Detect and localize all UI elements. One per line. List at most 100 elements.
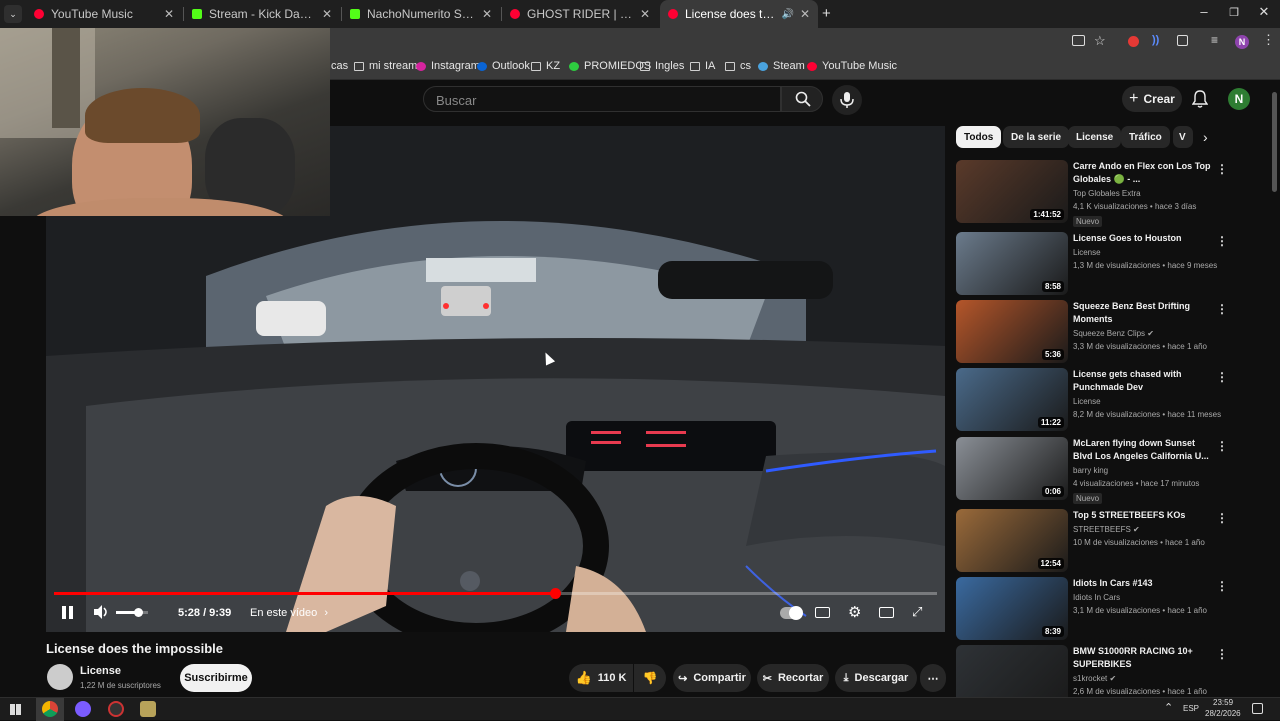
cast-icon[interactable] [1072, 35, 1085, 46]
bookmark-star-icon[interactable]: ☆ [1094, 33, 1106, 49]
clock-time[interactable]: 23:59 [1213, 698, 1233, 707]
dislike-button[interactable]: 👎 [634, 664, 666, 692]
bookmark-ia[interactable]: IA [690, 60, 715, 72]
recommendation-card[interactable]: 5:36 Squeeze Benz Best Drifting Moments Sq… [956, 300, 1256, 364]
search-input[interactable]: Buscar [423, 86, 781, 112]
channel-avatar[interactable] [47, 664, 73, 690]
chip-more[interactable]: V [1173, 126, 1193, 148]
notifications-icon[interactable] [1252, 703, 1263, 714]
search-button[interactable] [781, 86, 823, 112]
create-button[interactable]: + Crear [1122, 86, 1182, 112]
discord-icon[interactable] [75, 701, 91, 717]
more-options-icon[interactable]: ⋮ [1216, 234, 1228, 248]
chip-trafico[interactable]: Tráfico [1121, 126, 1170, 148]
tab-license-video[interactable]: License does the impossibl 🔊 ✕ [660, 0, 818, 28]
recommendation-title[interactable]: License Goes to Houston [1073, 232, 1211, 245]
bookmark-cas[interactable]: cas [331, 60, 348, 72]
windows-start-icon[interactable] [10, 704, 21, 715]
more-options-icon[interactable]: ⋮ [1216, 302, 1228, 316]
subtitles-icon[interactable] [815, 607, 830, 618]
more-options-icon[interactable]: ⋮ [1216, 511, 1228, 525]
close-tab-icon[interactable]: ✕ [482, 7, 492, 21]
close-tab-icon[interactable]: ✕ [800, 7, 810, 21]
recommendation-title[interactable]: Top 5 STREETBEEFS KOs [1073, 509, 1211, 522]
bookmark-outlook[interactable]: Outlook [477, 60, 530, 72]
more-options-icon[interactable]: ⋮ [1216, 162, 1228, 176]
recommendation-title[interactable]: Idiots In Cars #143 [1073, 577, 1211, 590]
volume-button[interactable] [94, 605, 110, 622]
video-thumbnail[interactable]: 8:39 [956, 577, 1068, 640]
more-options-icon[interactable]: ⋮ [1216, 439, 1228, 453]
progress-bar[interactable] [54, 588, 937, 599]
tray-chevron-icon[interactable]: ⌃ [1164, 701, 1173, 714]
new-tab-button[interactable]: + [822, 5, 831, 22]
audio-playing-icon[interactable]: 🔊 [781, 9, 793, 20]
minimize-icon[interactable]: – [1194, 4, 1214, 19]
extension-red-icon[interactable] [1128, 36, 1139, 47]
fullscreen-icon[interactable]: ⤢ [912, 604, 922, 620]
tab-ghost-rider[interactable]: GHOST RIDER | 505 - Arctic Mo ✕ [502, 0, 658, 28]
recommendation-channel[interactable]: STREETBEEFS ✔ [1073, 525, 1140, 534]
account-avatar[interactable]: N [1228, 88, 1250, 110]
tab-search-button[interactable]: ⌄ [4, 5, 22, 23]
video-thumbnail[interactable]: 8:58 [956, 232, 1068, 295]
language-indicator[interactable]: ESP [1183, 704, 1199, 713]
bookmark-instagram[interactable]: Instagram [416, 60, 480, 72]
bookmark-kz[interactable]: KZ [531, 60, 560, 72]
recommendation-card[interactable]: 8:58 License Goes to Houston License 1,3 M … [956, 232, 1256, 296]
chips-next-chevron-icon[interactable]: › [1203, 129, 1208, 145]
autoplay-toggle[interactable] [780, 606, 803, 620]
bookmark-youtube-music[interactable]: YouTube Music [807, 60, 897, 72]
bookmark-ingles[interactable]: Ingles [640, 60, 684, 72]
like-button[interactable]: 👍 110 K [569, 664, 633, 692]
more-actions-button[interactable]: ⋯ [920, 664, 946, 692]
tab-youtube-music[interactable]: YouTube Music ✕ [26, 0, 182, 28]
bookmark-promiedos[interactable]: PROMIEDOS [569, 60, 651, 72]
close-tab-icon[interactable]: ✕ [164, 7, 174, 21]
bookmark-cs[interactable]: cs [725, 60, 751, 72]
tab-kick-dashboard[interactable]: Stream - Kick Dashboard ✕ [184, 0, 340, 28]
recommendation-channel[interactable]: barry king [1073, 466, 1108, 475]
download-button[interactable]: ⤓ Descargar [835, 664, 917, 692]
tab-nachonumerito-stream[interactable]: NachoNumerito Stream - Watc ✕ [342, 0, 500, 28]
share-button[interactable]: ↪ Compartir [673, 664, 751, 692]
obs-icon[interactable] [108, 701, 124, 717]
voice-search-button[interactable] [832, 85, 862, 115]
recommendation-card[interactable]: 12:54 Top 5 STREETBEEFS KOs STREETBEEFS ✔ 1… [956, 509, 1256, 573]
recommendation-channel[interactable]: Idiots In Cars [1073, 593, 1120, 602]
clock-date[interactable]: 28/2/2026 [1205, 709, 1241, 718]
recommendation-card[interactable]: 8:39 Idiots In Cars #143 Idiots In Cars 3,1… [956, 577, 1256, 641]
more-options-icon[interactable]: ⋮ [1216, 579, 1228, 593]
browser-menu-icon[interactable]: ⋮ [1262, 32, 1275, 48]
recommendation-title[interactable]: License gets chased with Punchmade Dev [1073, 368, 1211, 394]
video-thumbnail[interactable]: 1:41:52 [956, 160, 1068, 223]
bookmark-mi-stream[interactable]: mi stream [354, 60, 417, 72]
extension-blue-icon[interactable]: )) [1152, 34, 1159, 46]
volume-knob[interactable] [134, 608, 143, 617]
more-options-icon[interactable]: ⋮ [1216, 647, 1228, 661]
recommendation-channel[interactable]: Top Globales Extra [1073, 189, 1141, 198]
chip-todos[interactable]: Todos [956, 126, 1002, 148]
chip-de-la-serie[interactable]: De la serie [1003, 126, 1070, 148]
recommendation-channel[interactable]: License [1073, 248, 1101, 257]
recommendation-card[interactable]: 11:22 License gets chased with Punchmade … [956, 368, 1256, 432]
recommendation-title[interactable]: BMW S1000RR RACING 10+ SUPERBIKES [1073, 645, 1211, 671]
recommendation-title[interactable]: McLaren flying down Sunset Blvd Los Ange… [1073, 437, 1211, 463]
close-tab-icon[interactable]: ✕ [640, 7, 650, 21]
progress-scrubber[interactable] [550, 588, 561, 599]
miniplayer-icon[interactable] [879, 607, 894, 618]
media-controls-icon[interactable]: ≡ [1211, 33, 1218, 47]
recommendation-title[interactable]: Squeeze Benz Best Drifting Moments [1073, 300, 1211, 326]
extensions-puzzle-icon[interactable] [1177, 35, 1188, 46]
close-tab-icon[interactable]: ✕ [322, 7, 332, 21]
recommendation-card[interactable]: 1:41:52 Carre Ando en Flex con Los Top Gl… [956, 160, 1256, 227]
recommendation-card[interactable]: 0:06 McLaren flying down Sunset Blvd Los … [956, 437, 1256, 504]
video-thumbnail[interactable]: 11:22 [956, 368, 1068, 431]
subscribe-button[interactable]: Suscribirme [180, 664, 252, 692]
bookmark-steam[interactable]: Steam [758, 60, 805, 72]
chip-license[interactable]: License [1068, 126, 1122, 148]
volume-slider[interactable] [116, 608, 148, 617]
video-thumbnail[interactable]: 5:36 [956, 300, 1068, 363]
chapters-button[interactable]: En este vídeo › [250, 607, 328, 619]
video-thumbnail[interactable]: 12:54 [956, 509, 1068, 572]
